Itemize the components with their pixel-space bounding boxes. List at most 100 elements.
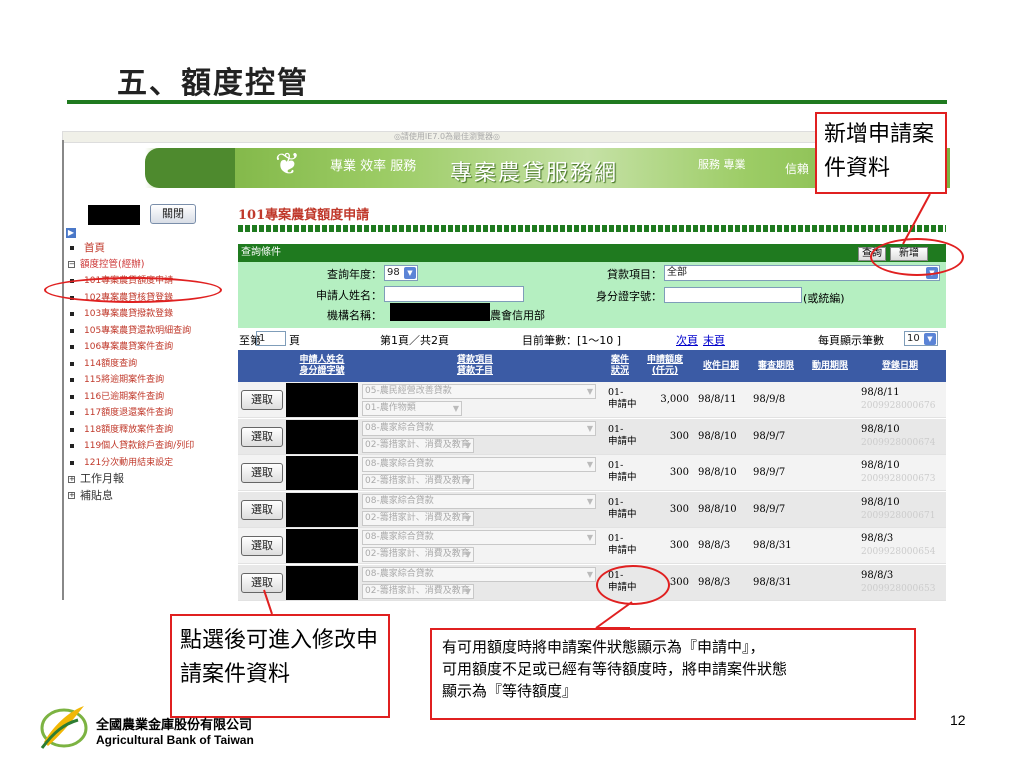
record-info: 目前筆數：[1～10 ] xyxy=(522,334,622,347)
bullet-icon xyxy=(70,246,74,251)
applicant-input[interactable] xyxy=(384,286,524,302)
chevron-down-icon: ▼ xyxy=(586,533,593,542)
sidebar-item-label: 103專案農貸撥款登錄 xyxy=(84,309,174,319)
loan-item-select[interactable]: 08-農家綜合貸款 ▼ xyxy=(362,530,596,545)
sidebar-item[interactable]: 105專案農貸還款明細查詢 xyxy=(68,323,233,340)
menu-toggle-icon[interactable]: ▶ xyxy=(66,228,76,238)
status-code: 01- xyxy=(608,423,624,435)
slide-title: 五、額度控管 xyxy=(117,66,309,101)
status-text: 申請中 xyxy=(608,508,637,520)
review-deadline: 98/9/8 xyxy=(753,394,786,405)
redacted-applicant xyxy=(286,383,358,417)
sidebar-item[interactable]: + 工作月報 xyxy=(68,471,233,488)
loan-subitem-select[interactable]: 02-籌措家計、消費及教育 ▼ xyxy=(362,547,474,562)
col-review[interactable]: 審查期限 xyxy=(752,350,800,382)
sidebar-item[interactable]: 114額度查詢 xyxy=(68,356,233,373)
select-row-button[interactable]: 選取 xyxy=(241,463,283,483)
loan-subitem-select[interactable]: 02-籌措家計、消費及教育 ▼ xyxy=(362,583,474,599)
redacted-applicant xyxy=(286,492,358,527)
col-received[interactable]: 收件日期 xyxy=(697,350,745,382)
loan-item-select[interactable]: 05-農民經營改善貸款 ▼ xyxy=(362,384,596,399)
col-applicant[interactable]: 申請人姓名 身分證字號 xyxy=(290,350,354,382)
year-label: 查詢年度： xyxy=(327,268,382,281)
sidebar-item[interactable]: 121分次動用結束設定 xyxy=(68,455,233,472)
sidebar-item[interactable]: + 補貼息 xyxy=(68,488,233,505)
register-date: 98/8/11 xyxy=(861,387,900,398)
loan-item-select[interactable]: 08-農家綜合貸款 ▼ xyxy=(362,457,596,472)
loan-subitem-select[interactable]: 02-籌措家計、消費及教育 ▼ xyxy=(362,437,474,453)
sidebar-item[interactable]: 119個人貸款餘戶查詢/列印 xyxy=(68,438,233,455)
loan-item-select[interactable]: 08-農家綜合貸款 ▼ xyxy=(362,493,596,509)
amount: 300 xyxy=(669,540,689,551)
register-number: 2009928000676 xyxy=(861,401,936,411)
col-use[interactable]: 動用期限 xyxy=(806,350,854,382)
sidebar-item[interactable]: 118額度釋放案件查詢 xyxy=(68,422,233,439)
banner-slogan-left: 專業 效率 服務 xyxy=(330,159,417,174)
edit-callout-text: 點選後可進入修改申請案件資料 xyxy=(180,628,379,687)
select-row-button[interactable]: 選取 xyxy=(241,499,283,520)
page-unit: 頁 xyxy=(289,334,300,347)
leaf-logo-icon: ❦ xyxy=(275,147,301,182)
sidebar-item[interactable]: − 額度控管(經辦) xyxy=(68,257,233,274)
per-page-select[interactable]: 10 ▼ xyxy=(904,331,938,346)
sidebar-item[interactable]: 115將逾期案件查詢 xyxy=(68,372,233,389)
sidebar-item-label: 額度控管(經辦) xyxy=(80,258,145,270)
register-number: 2009928000671 xyxy=(861,510,936,521)
amount: 300 xyxy=(669,430,689,442)
applicant-label: 申請人姓名： xyxy=(316,289,382,302)
select-row-button[interactable]: 選取 xyxy=(241,390,283,410)
banner-title: 專案農貸服務網 xyxy=(450,161,619,186)
sidebar-item[interactable]: 106專案農貸案件查詢 xyxy=(68,339,233,356)
company-name-en: Agricultural Bank of Taiwan xyxy=(96,733,254,747)
status-code: 01- xyxy=(608,533,624,544)
bullet-icon xyxy=(70,361,74,366)
bank-logo-icon xyxy=(40,706,88,749)
expand-icon: + xyxy=(68,474,75,483)
status-callout-line3: 顯示為『等待額度』 xyxy=(442,682,578,700)
org-value: 農會信用部 xyxy=(490,309,545,322)
sidebar-item[interactable]: 117額度退還案件查詢 xyxy=(68,405,233,422)
sidebar-item-label: 首頁 xyxy=(84,242,105,254)
register-number: 2009928000673 xyxy=(861,474,936,484)
loan-subitem-select[interactable]: 02-籌措家計、消費及教育 ▼ xyxy=(362,474,474,489)
chevron-down-icon: ▼ xyxy=(464,513,471,523)
id-input[interactable] xyxy=(664,287,802,303)
loan-item-select[interactable]: 08-農家綜合貸款 ▼ xyxy=(362,420,596,436)
page-number: 12 xyxy=(950,712,966,728)
status-highlight xyxy=(596,565,670,605)
menu-item-highlight xyxy=(44,277,222,303)
redacted-applicant xyxy=(286,529,358,563)
chevron-down-icon: ▼ xyxy=(586,460,593,469)
last-page-link[interactable]: 末頁 xyxy=(703,332,725,348)
select-row-button[interactable]: 選取 xyxy=(241,572,283,593)
select-row-button[interactable]: 選取 xyxy=(241,536,283,556)
loan-subitem-select[interactable]: 02-籌措家計、消費及教育 ▼ xyxy=(362,510,474,526)
sidebar-item[interactable]: 首頁 xyxy=(68,240,233,257)
col-amount[interactable]: 申請額度 (仟元) xyxy=(640,350,690,382)
register-date: 98/8/10 xyxy=(861,423,900,435)
col-register[interactable]: 登錄日期 xyxy=(860,350,940,382)
year-select[interactable]: 98 ▼ xyxy=(384,265,418,281)
goto-page-input[interactable]: 1 xyxy=(256,331,286,346)
sidebar-item[interactable]: 116已逾期案件查詢 xyxy=(68,389,233,406)
sidebar-item-label: 114額度查詢 xyxy=(84,358,138,369)
bullet-icon xyxy=(70,378,74,383)
close-button[interactable]: 關閉 xyxy=(150,204,196,224)
chevron-down-icon: ▼ xyxy=(464,586,471,596)
select-row-button[interactable]: 選取 xyxy=(241,426,283,447)
company-name: 全國農業金庫股份有限公司 xyxy=(96,718,253,733)
status-callout-line1: 有可用額度時將申請案件狀態顯示為『申請中』， xyxy=(442,638,765,656)
chevron-down-icon: ▼ xyxy=(452,404,459,413)
register-number: 2009928000654 xyxy=(861,547,936,557)
sidebar-item-label: 116已逾期案件查詢 xyxy=(84,391,165,402)
status-code: 01- xyxy=(608,460,624,471)
loan-item-select[interactable]: 08-農家綜合貸款 ▼ xyxy=(362,566,596,582)
loan-subitem-select[interactable]: 01-農作物類 ▼ xyxy=(362,401,462,416)
col-loan-item[interactable]: 貸款項目 貸款子目 xyxy=(360,350,590,382)
sidebar-item[interactable]: 103專案農貸撥款登錄 xyxy=(68,306,233,323)
page-info: 第1頁／共2頁 xyxy=(380,334,449,347)
redacted-applicant xyxy=(286,419,358,454)
col-status[interactable]: 案件 狀況 xyxy=(604,350,636,382)
sidebar-item-label: 117額度退還案件查詢 xyxy=(84,408,174,418)
next-page-link[interactable]: 次頁 xyxy=(676,332,698,348)
